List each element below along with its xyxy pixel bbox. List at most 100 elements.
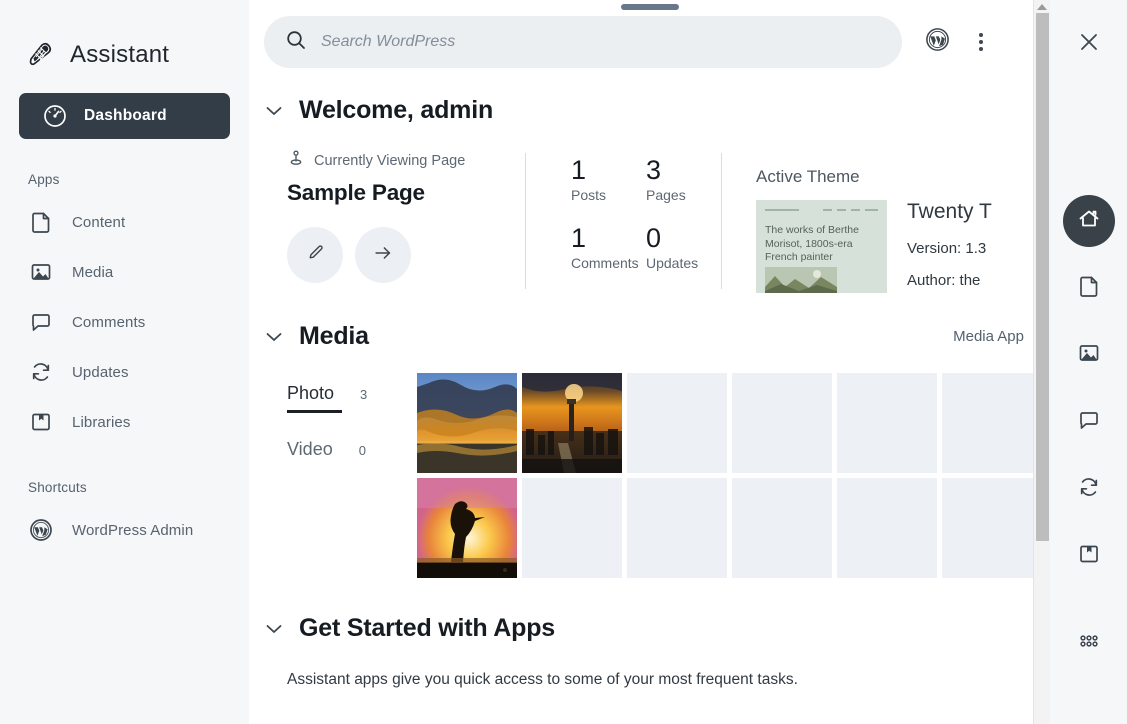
- go-to-page-button[interactable]: [355, 227, 411, 283]
- kebab-menu-icon: [979, 30, 984, 54]
- main-scroll-content: Welcome, admin Currently Viewing Page: [249, 0, 1050, 724]
- page-action-buttons: [287, 227, 525, 283]
- comment-icon: [28, 309, 54, 335]
- chevron-down-icon[interactable]: [263, 618, 285, 640]
- active-theme-block: Active Theme: [722, 149, 992, 289]
- theme-screenshot[interactable]: The works of Berthe Morisot, 1800s-era F…: [756, 200, 887, 293]
- media-cell-empty: [627, 373, 727, 473]
- sidebar-item-media[interactable]: Media: [0, 247, 249, 297]
- right-rail: [1050, 0, 1127, 724]
- media-thumbnail-image: [522, 373, 622, 473]
- sidebar-item-wordpress-admin[interactable]: WordPress Admin: [0, 505, 249, 555]
- media-heading: Media: [299, 322, 369, 351]
- rail-item-content[interactable]: [1063, 262, 1115, 314]
- stat-pages-label: Pages: [646, 187, 721, 203]
- theme-screenshot-image: [765, 267, 837, 293]
- scroll-up-arrow-icon[interactable]: [1037, 4, 1047, 10]
- stat-posts: 1 Posts: [571, 155, 646, 223]
- stat-updates-label: Updates: [646, 255, 721, 271]
- vertical-scrollbar[interactable]: [1033, 0, 1050, 724]
- media-cell-empty: [627, 478, 727, 578]
- rail-item-home[interactable]: [1063, 195, 1115, 247]
- tab-video-label: Video: [287, 439, 333, 460]
- theme-screenshot-navbar: [765, 209, 878, 211]
- rail-item-apps[interactable]: [1063, 617, 1115, 669]
- media-thumbnail[interactable]: [417, 373, 517, 473]
- tab-video[interactable]: Video 0: [287, 439, 417, 460]
- sidebar-item-media-label: Media: [72, 264, 113, 281]
- image-icon: [1076, 340, 1102, 371]
- sidebar-group-shortcuts-title: Shortcuts: [0, 447, 249, 505]
- wordpress-icon: [924, 26, 951, 58]
- chevron-down-icon[interactable]: [263, 100, 285, 122]
- sidebar-item-updates-label: Updates: [72, 364, 129, 381]
- tab-video-count: 0: [359, 443, 366, 458]
- get-started-section-header[interactable]: Get Started with Apps: [249, 614, 1050, 643]
- theme-meta: Twenty T Version: 1.3 Author: the: [907, 200, 992, 293]
- refresh-icon: [1076, 474, 1102, 505]
- search-row: [249, 0, 1050, 68]
- sidebar-item-libraries[interactable]: Libraries: [0, 397, 249, 447]
- refresh-icon: [28, 359, 54, 385]
- search-box[interactable]: [264, 16, 902, 68]
- media-thumbnail-image: [417, 478, 517, 578]
- rail-item-media[interactable]: [1063, 329, 1115, 381]
- welcome-section-header[interactable]: Welcome, admin: [249, 96, 1050, 125]
- home-icon: [1076, 206, 1102, 237]
- theme-author: Author: the: [907, 272, 992, 289]
- media-cell-empty: [837, 373, 937, 473]
- rail-item-libraries[interactable]: [1063, 530, 1115, 582]
- location-pin-icon: [287, 149, 305, 172]
- edit-page-button[interactable]: [287, 227, 343, 283]
- sidebar-item-updates[interactable]: Updates: [0, 347, 249, 397]
- main-panel: Welcome, admin Currently Viewing Page: [249, 0, 1050, 724]
- media-type-tabs: Photo 3 Video 0: [287, 373, 417, 578]
- more-options-button[interactable]: [960, 19, 1002, 65]
- search-input[interactable]: [321, 33, 881, 51]
- stat-posts-value: 1: [571, 155, 646, 185]
- wordpress-button[interactable]: [914, 19, 960, 65]
- assistant-logo-icon: [26, 40, 56, 70]
- stat-comments: 1 Comments: [571, 223, 646, 291]
- welcome-heading: Welcome, admin: [299, 96, 493, 125]
- currently-viewing-label: Currently Viewing Page: [314, 153, 465, 169]
- scrollbar-thumb[interactable]: [1036, 13, 1049, 541]
- stat-posts-label: Posts: [571, 187, 646, 203]
- media-section-header[interactable]: Media Media App: [249, 322, 1050, 351]
- stat-comments-label: Comments: [571, 255, 646, 271]
- close-panel-button[interactable]: [1067, 22, 1111, 66]
- media-app-link[interactable]: Media App: [953, 328, 1024, 345]
- active-theme-label: Active Theme: [756, 167, 992, 187]
- library-icon: [1076, 541, 1102, 572]
- rail-item-updates[interactable]: [1063, 463, 1115, 515]
- brand: Assistant: [0, 0, 249, 80]
- pencil-icon: [305, 242, 326, 268]
- sidebar-item-comments-label: Comments: [72, 314, 145, 331]
- site-stats: 1 Posts 3 Pages 1 Comments 0 Updates: [526, 149, 721, 289]
- wordpress-icon: [28, 517, 54, 543]
- tab-photo[interactable]: Photo 3: [287, 383, 417, 413]
- rail-item-comments[interactable]: [1063, 396, 1115, 448]
- apps-grid-icon: [1076, 628, 1102, 659]
- stat-updates-value: 0: [646, 223, 721, 253]
- media-grid: [417, 373, 1022, 578]
- assistant-panel: Assistant Dashboard Apps C: [0, 0, 1127, 724]
- media-thumbnail[interactable]: [417, 478, 517, 578]
- close-icon: [1076, 29, 1102, 60]
- sidebar-item-content[interactable]: Content: [0, 197, 249, 247]
- media-thumbnail[interactable]: [522, 373, 622, 473]
- page-icon: [1076, 273, 1102, 304]
- tab-photo-label: Photo: [287, 383, 334, 404]
- sidebar-item-libraries-label: Libraries: [72, 414, 130, 431]
- arrow-right-icon: [372, 242, 394, 269]
- sidebar-item-dashboard-label: Dashboard: [84, 107, 167, 125]
- media-cell-empty: [732, 478, 832, 578]
- stat-updates: 0 Updates: [646, 223, 721, 291]
- sidebar-item-dashboard[interactable]: Dashboard: [19, 93, 230, 139]
- chevron-down-icon[interactable]: [263, 326, 285, 348]
- panel-drag-handle[interactable]: [621, 4, 679, 10]
- image-icon: [28, 259, 54, 285]
- sidebar-item-comments[interactable]: Comments: [0, 297, 249, 347]
- tab-photo-count: 3: [360, 387, 367, 402]
- brand-title: Assistant: [70, 41, 169, 69]
